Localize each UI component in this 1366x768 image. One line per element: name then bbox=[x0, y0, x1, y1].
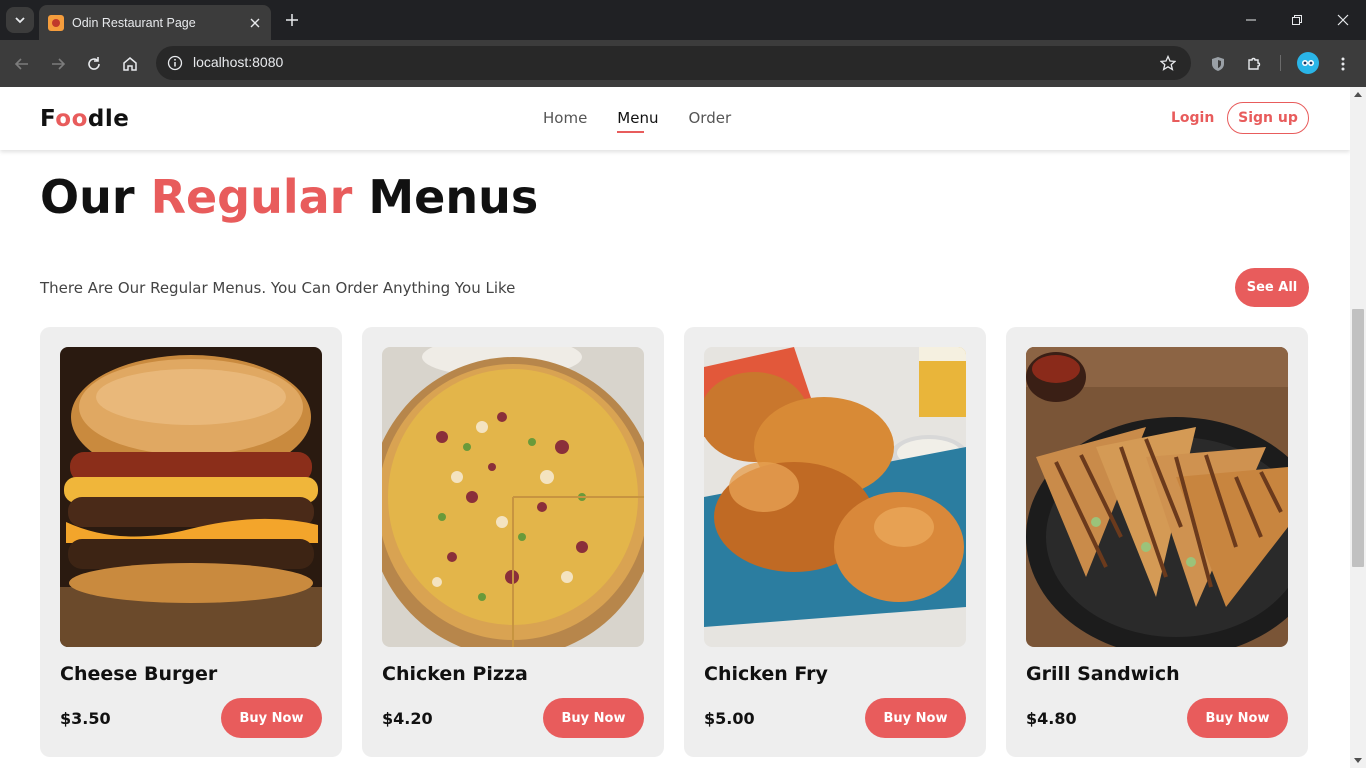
signup-button[interactable]: Sign up bbox=[1227, 102, 1309, 134]
restore-icon[interactable] bbox=[1274, 0, 1320, 40]
heading-text-start: Our bbox=[40, 170, 135, 224]
browser-tab-bar: Odin Restaurant Page bbox=[0, 0, 1366, 40]
logo-text-start: F bbox=[40, 106, 56, 132]
nav-links: Home Menu Order bbox=[543, 109, 731, 133]
tab-search-button[interactable] bbox=[6, 7, 34, 33]
site-logo[interactable]: Foodle bbox=[40, 106, 129, 132]
scrollbar-thumb[interactable] bbox=[1352, 309, 1364, 567]
menu-card: Grill Sandwich $4.80 Buy Now bbox=[1006, 327, 1308, 757]
new-tab-icon[interactable] bbox=[281, 9, 303, 31]
menu-item-price: $4.80 bbox=[1026, 709, 1077, 728]
nav-menu-link[interactable]: Menu bbox=[617, 109, 658, 133]
menu-item-price: $4.20 bbox=[382, 709, 433, 728]
toolbar-divider bbox=[1280, 55, 1281, 71]
back-icon[interactable] bbox=[10, 52, 34, 76]
logo-text-accent: oo bbox=[55, 106, 88, 132]
menu-card: Chicken Pizza $4.20 Buy Now bbox=[362, 327, 664, 757]
scroll-up-icon[interactable] bbox=[1354, 92, 1362, 97]
section-subtitle: There Are Our Regular Menus. You Can Ord… bbox=[40, 279, 516, 297]
close-tab-icon[interactable] bbox=[245, 13, 265, 33]
site-navbar: Foodle Home Menu Order Login Sign up bbox=[0, 87, 1350, 150]
menu-item-price: $3.50 bbox=[60, 709, 111, 728]
login-link[interactable]: Login bbox=[1171, 110, 1214, 126]
scroll-down-icon[interactable] bbox=[1354, 758, 1362, 763]
page-viewport: Foodle Home Menu Order Login Sign up Our… bbox=[0, 87, 1350, 768]
nav-order-link[interactable]: Order bbox=[688, 109, 731, 127]
menu-item-price: $5.00 bbox=[704, 709, 755, 728]
kebab-menu-icon[interactable] bbox=[1331, 52, 1355, 76]
section-heading: Our Regular Menus bbox=[40, 170, 538, 224]
url-text: localhost:8080 bbox=[193, 54, 284, 70]
extensions-puzzle-icon[interactable] bbox=[1242, 52, 1266, 76]
tab-title: Odin Restaurant Page bbox=[72, 15, 196, 30]
menu-item-name: Chicken Fry bbox=[704, 663, 828, 685]
menu-item-name: Chicken Pizza bbox=[382, 663, 528, 685]
chicken-pizza-photo bbox=[382, 347, 644, 647]
favicon-icon bbox=[48, 14, 64, 31]
chicken-fry-photo bbox=[704, 347, 966, 647]
buy-now-button[interactable]: Buy Now bbox=[543, 698, 644, 738]
forward-icon[interactable] bbox=[46, 52, 70, 76]
menu-cards: Cheese Burger $3.50 Buy Now Chicken Pizz… bbox=[40, 327, 1308, 757]
heading-text-end: Menus bbox=[368, 170, 539, 224]
menu-item-name: Cheese Burger bbox=[60, 663, 218, 685]
reload-icon[interactable] bbox=[82, 52, 106, 76]
close-window-icon[interactable] bbox=[1320, 0, 1366, 40]
page-scrollbar[interactable] bbox=[1350, 87, 1366, 768]
shield-extension-icon[interactable] bbox=[1206, 52, 1230, 76]
address-bar[interactable]: localhost:8080 bbox=[156, 46, 1191, 80]
logo-text-end: dle bbox=[87, 106, 130, 132]
buy-now-button[interactable]: Buy Now bbox=[221, 698, 322, 738]
menu-item-name: Grill Sandwich bbox=[1026, 663, 1180, 685]
menu-card: Chicken Fry $5.00 Buy Now bbox=[684, 327, 986, 757]
cheese-burger-photo bbox=[60, 347, 322, 647]
minimize-icon[interactable] bbox=[1228, 0, 1274, 40]
site-info-icon[interactable] bbox=[164, 52, 186, 74]
buy-now-button[interactable]: Buy Now bbox=[1187, 698, 1288, 738]
chevron-down-icon bbox=[15, 17, 25, 24]
buy-now-button[interactable]: Buy Now bbox=[865, 698, 966, 738]
grill-sandwich-photo bbox=[1026, 347, 1288, 647]
see-all-button[interactable]: See All bbox=[1235, 268, 1309, 307]
browser-toolbar: localhost:8080 bbox=[0, 40, 1366, 87]
home-icon[interactable] bbox=[118, 52, 142, 76]
profile-avatar-icon[interactable] bbox=[1297, 52, 1319, 74]
nav-home-link[interactable]: Home bbox=[543, 109, 587, 127]
heading-text-accent: Regular bbox=[150, 170, 353, 224]
menu-card: Cheese Burger $3.50 Buy Now bbox=[40, 327, 342, 757]
browser-tab[interactable]: Odin Restaurant Page bbox=[39, 5, 271, 40]
bookmark-star-icon[interactable] bbox=[1157, 52, 1179, 74]
